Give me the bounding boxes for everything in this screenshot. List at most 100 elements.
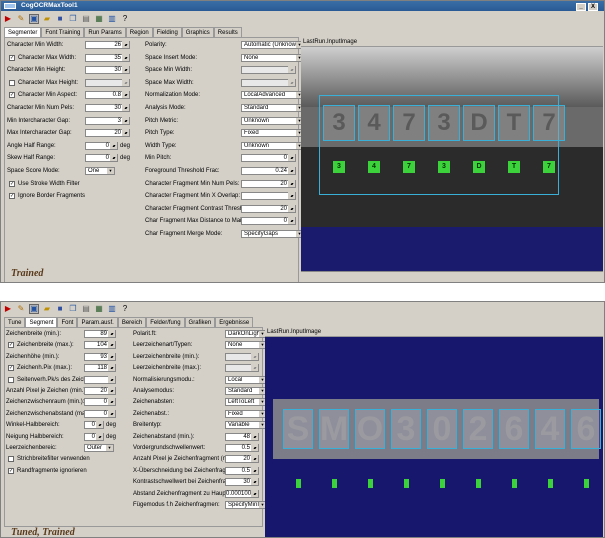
tab-fielding[interactable]: Fielding [152, 27, 182, 37]
left-spinner-6[interactable]: 3 [85, 116, 130, 125]
grid-button[interactable]: ▦ [94, 14, 104, 24]
tab-grafiken[interactable]: Grafiken [184, 317, 216, 327]
right-spinner-9[interactable]: 0 [241, 154, 296, 163]
left-spinner-2[interactable]: 30 [85, 66, 130, 75]
right-dropdown-0[interactable]: DarkOnLight [225, 330, 267, 338]
save-button[interactable]: ■ [55, 304, 65, 314]
right-spinner-12[interactable]: 0.5 [225, 466, 259, 475]
edit-button[interactable]: ✎ [16, 14, 26, 24]
right-spinner-12[interactable] [241, 192, 296, 201]
right-spinner-13[interactable]: 30 [225, 478, 259, 487]
tab-param-ausf-[interactable]: Param.ausf. [77, 317, 118, 327]
save-button[interactable]: ■ [55, 14, 65, 24]
tab-run-params[interactable]: Run Params [84, 27, 126, 37]
right-spinner-3[interactable] [225, 364, 259, 373]
left-checkbox-11[interactable]: ✓ [9, 180, 15, 187]
bottom-image-view[interactable]: LastRun.InputImage SMO302646 [265, 327, 603, 537]
left-spinner-4[interactable]: 0.8 [85, 91, 130, 100]
tab-region[interactable]: Region [125, 27, 153, 37]
right-spinner-2[interactable] [225, 352, 259, 361]
left-checkbox-1[interactable]: ✓ [8, 342, 14, 349]
right-dropdown-5[interactable]: Standard [241, 104, 304, 112]
left-checkbox-11[interactable] [8, 456, 14, 463]
right-spinner-11[interactable]: 20 [225, 455, 259, 464]
right-dropdown-4[interactable]: Local [225, 375, 267, 384]
open-button[interactable]: ▰ [42, 14, 52, 24]
right-dropdown-15[interactable]: SpecifyMinInterchar/MinG [225, 501, 267, 509]
run-button[interactable]: ▶ [3, 14, 13, 24]
right-spinner-14[interactable]: 0 [241, 217, 296, 226]
tab-font[interactable]: Font [57, 317, 78, 327]
left-checkbox-1[interactable]: ✓ [9, 54, 15, 61]
left-spinner-5[interactable]: 30 [85, 104, 130, 112]
tab-segmenter[interactable]: Segmenter [4, 27, 42, 37]
left-spinner-0[interactable]: 89 [84, 330, 116, 338]
tab-font-training[interactable]: Font Training [41, 27, 85, 37]
chart-button[interactable]: ▥ [107, 304, 117, 314]
left-spinner-9[interactable]: 0 [84, 432, 104, 441]
tab-ergebnisse[interactable]: Ergebnisse [215, 317, 254, 327]
copy-button[interactable]: ❐ [68, 304, 78, 314]
minimize-button[interactable]: _ [576, 3, 586, 11]
left-spinner-2[interactable]: 93 [84, 352, 116, 361]
left-checkbox-12[interactable]: ✓ [8, 467, 14, 474]
right-dropdown-8[interactable]: Unknown [241, 141, 304, 150]
left-spinner-6[interactable]: 0 [84, 398, 116, 407]
open-button[interactable]: ▰ [42, 304, 52, 314]
right-dropdown-8[interactable]: Variable [225, 421, 267, 430]
right-dropdown-5[interactable]: Standard [225, 387, 267, 395]
tab-bereich[interactable]: Bereich [117, 317, 147, 327]
left-spinner-5[interactable]: 20 [84, 387, 116, 395]
right-dropdown-6[interactable]: LeftToLeft [225, 398, 267, 407]
tab-tune[interactable]: Tune [4, 317, 26, 327]
left-spinner-4[interactable] [84, 375, 116, 384]
chart-button[interactable]: ▥ [107, 14, 117, 24]
left-spinner-1[interactable]: 104 [84, 341, 116, 350]
left-spinner-3[interactable] [85, 78, 130, 87]
right-dropdown-0[interactable]: Automatic (Unknown) [241, 41, 304, 49]
left-checkbox-3[interactable]: ✓ [8, 365, 14, 372]
right-spinner-2[interactable] [241, 66, 296, 75]
grid-button[interactable]: ▦ [94, 304, 104, 314]
right-dropdown-7[interactable]: Fixed [225, 409, 267, 418]
run-button[interactable]: ▶ [3, 304, 13, 314]
left-spinner-8[interactable]: 0 [84, 421, 104, 430]
right-dropdown-4[interactable]: LocalAdvanced [241, 91, 304, 100]
left-spinner-7[interactable]: 0 [84, 409, 116, 418]
edit-button[interactable]: ✎ [16, 304, 26, 314]
left-spinner-8[interactable]: 0 [85, 141, 118, 150]
right-spinner-13[interactable]: 20 [241, 204, 296, 213]
right-spinner-10[interactable]: 0.24 [241, 167, 296, 175]
horizontal-scrollbar[interactable] [301, 271, 603, 282]
tab-segment[interactable]: Segment [25, 317, 58, 327]
right-spinner-10[interactable]: 0.5 [225, 444, 259, 452]
right-spinner-3[interactable] [241, 78, 296, 87]
tab-results[interactable]: Results [213, 27, 242, 37]
right-dropdown-6[interactable]: Unknown [241, 116, 304, 125]
left-dropdown-10[interactable]: One [85, 167, 115, 175]
left-spinner-3[interactable]: 118 [84, 364, 116, 373]
right-dropdown-7[interactable]: Fixed [241, 129, 304, 138]
right-dropdown-1[interactable]: None [241, 53, 304, 62]
left-spinner-9[interactable]: 0 [85, 154, 118, 163]
help-button[interactable]: ? [120, 304, 130, 314]
left-spinner-7[interactable]: 20 [85, 129, 130, 138]
left-checkbox-3[interactable] [9, 79, 15, 86]
left-dropdown-10[interactable]: Outer [84, 444, 114, 452]
right-dropdown-1[interactable]: None [225, 341, 267, 350]
right-spinner-14[interactable]: 0.000100 [225, 489, 259, 498]
tab-graphics[interactable]: Graphics [181, 27, 214, 37]
help-button[interactable]: ? [120, 14, 130, 24]
image-button[interactable]: ▣ [29, 14, 39, 24]
close-button[interactable]: X [588, 3, 598, 11]
left-checkbox-4[interactable]: ✓ [9, 92, 15, 99]
copy-button[interactable]: ❐ [68, 14, 78, 24]
left-spinner-1[interactable]: 35 [85, 53, 130, 62]
left-spinner-0[interactable]: 26 [85, 41, 130, 49]
right-spinner-9[interactable]: 48 [225, 432, 259, 441]
paste-button[interactable]: ▤ [81, 14, 91, 24]
right-spinner-11[interactable]: 20 [241, 179, 296, 188]
top-image-view[interactable]: LastRun.InputImage 33447733DDTT77 [301, 37, 603, 282]
image-button[interactable]: ▣ [29, 304, 39, 314]
left-checkbox-4[interactable] [8, 376, 14, 383]
